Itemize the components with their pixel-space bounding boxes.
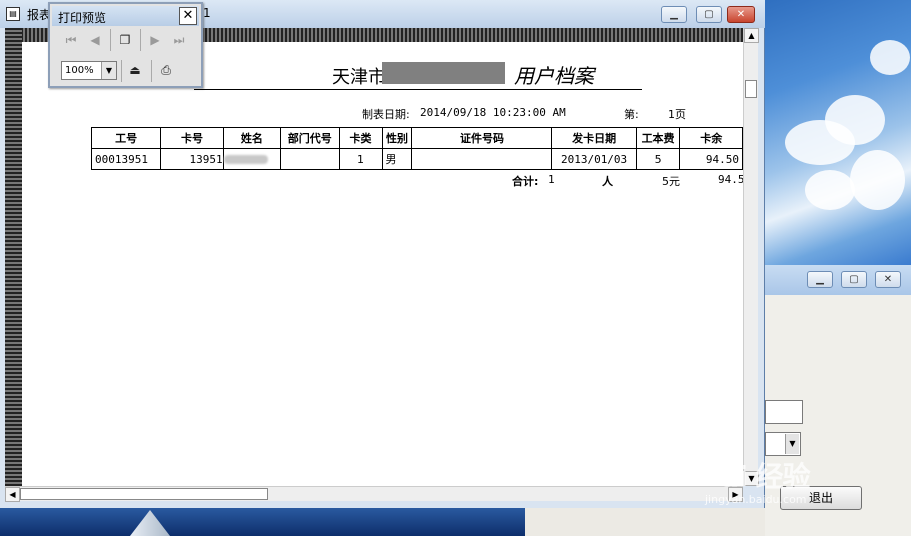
col-header: 姓名 [222,127,282,149]
report-title: 用户档案 [514,64,594,88]
page-value: 1页 [668,108,686,121]
col-header: 部门代号 [280,127,340,149]
side-dropdown[interactable]: ▼ [765,432,801,456]
cell-id-no [411,148,553,170]
col-header: 卡号 [160,127,224,149]
horizontal-scrollbar[interactable]: ◀ ▶ [5,486,743,502]
side-minimize-button[interactable]: ▁ [807,271,833,288]
total-count: 1 [548,173,555,186]
watermark-logo: Bai 经验 [700,460,811,493]
zoom-value: 100% [65,65,94,76]
report-page: 天津市 用户档案 制表日期: 2014/09/18 10:23:00 AM 第:… [22,42,743,486]
paper-edge-left [5,28,22,486]
total-balance: 94.5 [718,173,743,186]
prev-page-icon[interactable]: ◀ [84,29,106,51]
report-table: 工号 卡号 姓名 部门代号 卡类 性别 证件号码 发卡日期 工本费 卡余 000… [90,127,743,170]
report-app-icon: ▤ [6,7,20,21]
cell-emp-no: 00013951 [90,148,162,170]
vertical-scrollbar[interactable]: ▲ ▼ [743,28,759,486]
table-row: 00013951 13951 1 男 2013/01/03 5 94.50 [90,148,743,170]
cell-card-type: 1 [338,148,383,170]
total-cost: 5元 [662,175,680,188]
last-page-icon[interactable]: ⏭ [168,29,190,51]
vertical-scroll-thumb[interactable] [745,80,757,98]
table-header-row: 工号 卡号 姓名 部门代号 卡类 性别 证件号码 发卡日期 工本费 卡余 [90,127,743,149]
print-preview-toolbar: 打印预览 ✕ ⏮ ◀ ❐ ▶ ⏭ 100% ▼ ⏏ ⎙ [48,2,203,88]
exit-preview-icon[interactable]: ⏏ [124,59,146,81]
side-text-field[interactable] [765,400,803,424]
desktop-panel [525,508,765,536]
toolbar-titlebar[interactable]: 打印预览 ✕ [52,6,199,26]
toolbar-separator [121,60,122,82]
scroll-left-icon[interactable]: ◀ [5,487,20,502]
cell-gender: 男 [381,148,413,170]
col-header: 工本费 [635,127,681,149]
blurred-name [223,155,268,164]
title-underline [194,89,642,90]
redacted-block [382,62,505,84]
side-maximize-button[interactable]: ▢ [841,271,867,288]
col-header: 卡余 [679,127,743,149]
cell-name [222,148,282,170]
date-label: 制表日期: [362,108,410,121]
zoom-select[interactable]: 100% ▼ [61,61,117,80]
maximize-button[interactable]: ▢ [696,6,722,23]
first-page-icon[interactable]: ⏮ [60,29,82,51]
toolbar-title: 打印预览 [58,11,107,25]
minimize-button[interactable]: ▁ [661,6,687,23]
toolbar-close-icon[interactable]: ✕ [179,7,197,25]
next-page-icon[interactable]: ▶ [144,29,166,51]
col-header: 卡类 [338,127,383,149]
date-value: 2014/09/18 10:23:00 AM [420,106,566,119]
scroll-up-icon[interactable]: ▲ [744,28,759,43]
total-label: 合计: [512,175,539,188]
close-button[interactable]: ✕ [727,6,755,23]
total-unit: 人 [602,175,613,188]
toolbar-separator [140,29,141,51]
window-title-suffix: 1 [203,6,211,20]
col-header: 工号 [90,127,162,149]
chevron-down-icon: ▼ [785,434,799,454]
col-header: 性别 [381,127,413,149]
col-header: 证件号码 [411,127,553,149]
side-close-button[interactable]: ✕ [875,271,901,288]
toolbar-separator [151,60,152,82]
side-window-titlebar: ▁ ▢ ✕ [765,265,911,295]
page-label: 第: [624,108,639,121]
multi-page-icon[interactable]: ❐ [114,29,136,51]
report-title-city: 天津市 [332,67,386,88]
cell-issue-date: 2013/01/03 [551,148,637,170]
cell-dept [280,148,340,170]
cell-card-no: 13951 [160,148,224,170]
desktop-wallpaper [765,0,911,265]
col-header: 发卡日期 [551,127,637,149]
cell-cost: 5 [635,148,681,170]
horizontal-scroll-thumb[interactable] [20,488,268,500]
print-icon[interactable]: ⎙ [155,59,177,81]
toolbar-separator [110,29,111,51]
cell-balance: 94.50 [679,148,743,170]
desktop-wallpaper-bottom [0,508,525,536]
chevron-down-icon: ▼ [101,62,116,79]
watermark-url: jingyan.baidu.com [705,493,807,506]
